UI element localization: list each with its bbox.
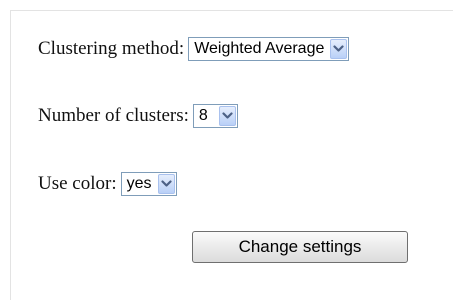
clustering-method-select[interactable]: Weighted Average bbox=[188, 37, 350, 61]
use-color-value: yes bbox=[126, 175, 152, 192]
number-of-clusters-row: Number of clusters: 8 bbox=[38, 103, 238, 129]
use-color-row: Use color: yes bbox=[38, 171, 177, 197]
number-of-clusters-value: 8 bbox=[198, 107, 208, 124]
change-settings-button[interactable]: Change settings bbox=[192, 231, 408, 263]
clustering-method-label: Clustering method: bbox=[38, 38, 185, 59]
chevron-down-icon[interactable] bbox=[157, 174, 175, 194]
chevron-down-icon[interactable] bbox=[218, 106, 236, 126]
use-color-select[interactable]: yes bbox=[120, 172, 177, 196]
clustering-method-row: Clustering method: Weighted Average bbox=[38, 36, 350, 62]
number-of-clusters-label: Number of clusters: bbox=[38, 105, 189, 126]
clustering-method-value: Weighted Average bbox=[194, 40, 325, 57]
number-of-clusters-select[interactable]: 8 bbox=[192, 104, 238, 128]
use-color-label: Use color: bbox=[38, 173, 117, 194]
chevron-down-icon[interactable] bbox=[330, 39, 348, 59]
